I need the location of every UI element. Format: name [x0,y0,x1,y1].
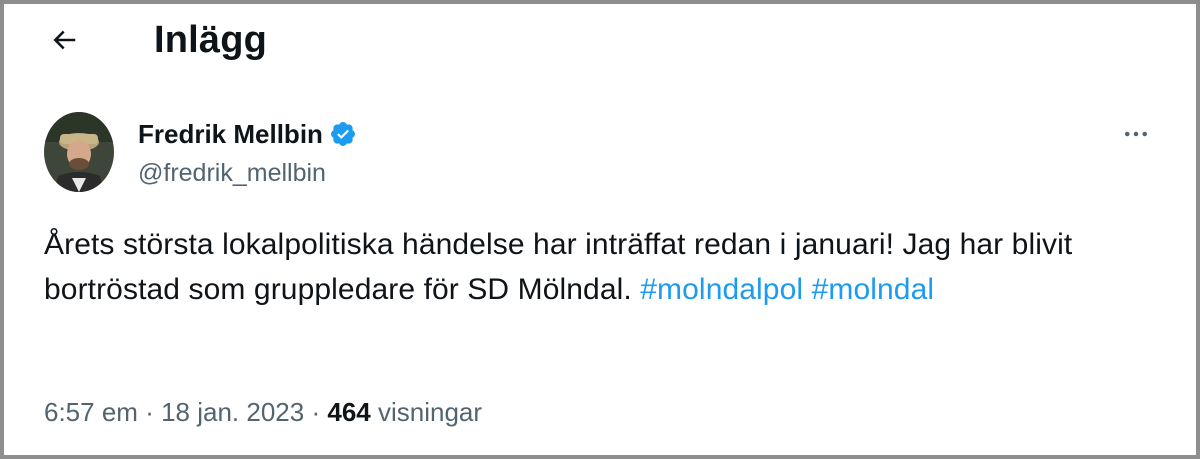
post-time[interactable]: 6:57 em [44,397,138,427]
back-button[interactable] [40,20,88,60]
views-count[interactable]: 464 [327,397,370,427]
author-name[interactable]: Fredrik Mellbin [138,117,323,151]
more-horizontal-icon [1125,131,1147,137]
arrow-left-icon [53,30,76,50]
post-text: Årets största lokalpolitiska händelse ha… [44,222,1164,312]
meta-separator: · [145,397,154,427]
meta-separator: · [311,397,321,427]
page-title: Inlägg [154,19,268,61]
verified-badge-icon [329,120,357,148]
author-block: Fredrik Mellbin @fredrik_mellbin [138,116,357,190]
post-meta: 6:57 em · 18 jan. 2023 · 464 visningar [44,392,482,432]
name-row: Fredrik Mellbin [138,116,357,152]
avatar[interactable] [44,112,114,192]
hashtag-link[interactable]: #molndal [812,273,935,306]
post-date[interactable]: 18 jan. 2023 [161,397,304,427]
author-handle[interactable]: @fredrik_mellbin [138,156,357,190]
views-label: visningar [378,397,483,427]
post-frame: Inlägg Fredrik Mellbin @fredrik_mellbin [0,0,1200,459]
hashtag-link[interactable]: #molndalpol [640,273,803,306]
more-options-button[interactable] [1114,118,1158,150]
